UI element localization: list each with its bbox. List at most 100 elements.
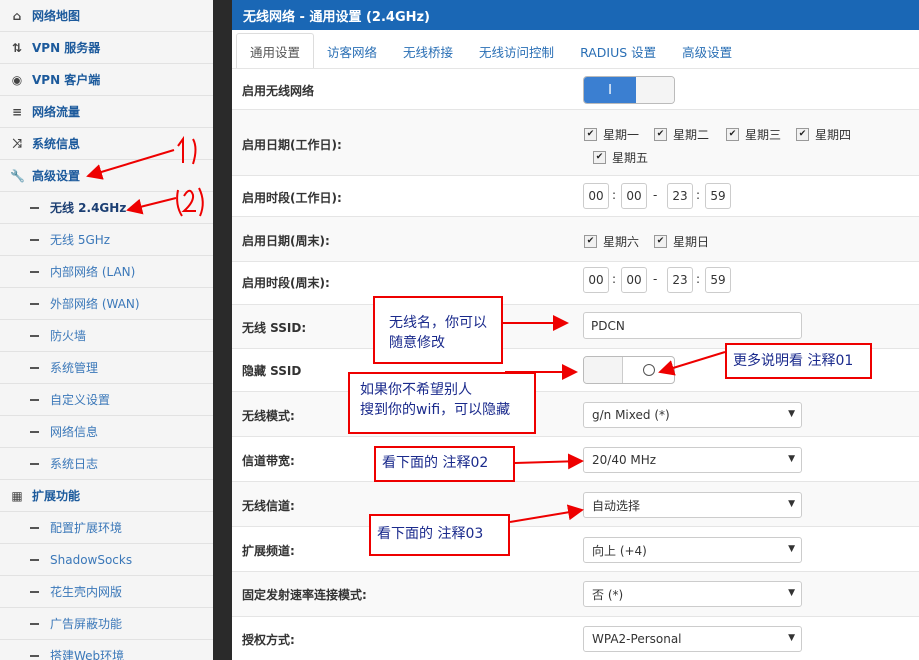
day-label: 星期二 (673, 128, 710, 142)
sidebar-item-label: 花生壳内网版 (50, 585, 123, 599)
time-input[interactable]: 59 (705, 267, 731, 293)
row-enable-wireless: 启用无线网络 I (232, 68, 919, 110)
time-separator: : (696, 272, 701, 286)
checkmark-icon: ✔ (654, 128, 667, 141)
tab-1[interactable]: 访客网络 (314, 34, 390, 68)
sidebar-item-label: 网络流量 (32, 105, 81, 119)
retweet-icon: ⇅ (11, 40, 23, 55)
weekday-time-label: 启用时段(工作日): (242, 191, 342, 205)
caret-down-icon: ▼ (788, 633, 795, 643)
sidebar-item-14[interactable]: 系统日志 (0, 448, 213, 480)
sidebar-item-5[interactable]: 🔧 高级设置 (0, 160, 213, 192)
sidebar-item-17[interactable]: ShadowSocks (0, 544, 213, 576)
weekend-days-label: 启用日期(周末): (242, 234, 330, 248)
sidebar-item-label: 内部网络 (LAN) (50, 265, 136, 279)
caret-down-icon: ▼ (788, 499, 795, 509)
sidebar-item-7[interactable]: 无线 5GHz (0, 224, 213, 256)
time-input[interactable]: 00 (621, 267, 647, 293)
sidebar-item-8[interactable]: 内部网络 (LAN) (0, 256, 213, 288)
sidebar-item-9[interactable]: 外部网络 (WAN) (0, 288, 213, 320)
row-weekend-time: 启用时段(周末): 00 00 23 59: -: (232, 261, 919, 305)
caret-down-icon: ▼ (788, 409, 795, 419)
enable-wireless-toggle[interactable]: I (583, 76, 675, 104)
day-checkbox[interactable]: ✔ 星期六 (584, 233, 639, 250)
auth-label: 授权方式: (242, 633, 295, 647)
ssid-label: 无线 SSID: (242, 321, 307, 335)
sidebar-item-3[interactable]: ≡ 网络流量 (0, 96, 213, 128)
day-checkbox[interactable]: ✔ 星期日 (654, 233, 709, 250)
sidebar-item-2[interactable]: ◉ VPN 客户端 (0, 64, 213, 96)
hdd-icon: ≡ (11, 104, 23, 119)
tab-bar: 通用设置 访客网络 无线桥接 无线访问控制 RADIUS 设置 高级设置 (232, 30, 919, 69)
channel-select[interactable]: 自动选择 ▼ (583, 492, 802, 518)
checkmark-icon: ✔ (584, 235, 597, 248)
tab-4[interactable]: RADIUS 设置 (567, 34, 669, 68)
sidebar-item-1[interactable]: ⇅ VPN 服务器 (0, 32, 213, 64)
time-separator: : (612, 272, 617, 286)
sidebar-item-label: 系统日志 (50, 457, 99, 471)
row-weekday-time: 启用时段(工作日): 00 00 23 59: -: (232, 175, 919, 217)
hide-ssid-toggle[interactable] (583, 356, 675, 384)
bandwidth-select[interactable]: 20/40 MHz ▼ (583, 447, 802, 473)
tab-0[interactable]: 通用设置 (236, 33, 315, 69)
sidebar-item-6[interactable]: 无线 2.4GHz (0, 192, 213, 224)
sidebar-item-label: 扩展功能 (32, 489, 81, 503)
annotation-hide-note: 如果你不希望别人 搜到你的wifi，可以隐藏 (348, 372, 536, 434)
channel-label: 无线信道: (242, 499, 295, 513)
ext-channel-label: 扩展频道: (242, 544, 295, 558)
caret-down-icon: ▼ (788, 454, 795, 464)
sidebar-item-label: 搭建Web环境 (50, 649, 125, 660)
checkmark-icon: ✔ (593, 151, 606, 164)
ext-channel-select[interactable]: 向上 (+4) ▼ (583, 537, 802, 563)
time-input[interactable]: 00 (583, 267, 609, 293)
sidebar-item-18[interactable]: 花生壳内网版 (0, 576, 213, 608)
toggle-off-circle-icon (642, 364, 655, 376)
checkmark-icon: ✔ (796, 128, 809, 141)
day-checkbox[interactable]: ✔ 星期五 (593, 149, 648, 166)
sidebar-item-4[interactable]: ⤨ 系统信息 (0, 128, 213, 160)
auth-select[interactable]: WPA2-Personal ▼ (583, 626, 802, 652)
time-input[interactable]: 00 (583, 183, 609, 209)
tab-5[interactable]: 高级设置 (669, 34, 745, 68)
sidebar-item-19[interactable]: 广告屏蔽功能 (0, 608, 213, 640)
fixed-rate-select[interactable]: 否 (*) ▼ (583, 581, 802, 607)
hide-ssid-label: 隐藏 SSID (242, 364, 302, 378)
sidebar-item-13[interactable]: 网络信息 (0, 416, 213, 448)
sidebar-item-label: VPN 服务器 (32, 41, 101, 55)
sidebar: ⌂ 网络地图 ⇅ VPN 服务器 ◉ VPN 客户端 ≡ 网络流量 ⤨ 系统信息 🔧 高级设置 无线 2… (0, 0, 213, 660)
day-checkbox[interactable]: ✔ 星期四 (796, 126, 851, 143)
sidebar-item-label: 外部网络 (WAN) (50, 297, 140, 311)
weekend-time-label: 启用时段(周末): (242, 276, 330, 290)
sidebar-item-label: 广告屏蔽功能 (50, 617, 123, 631)
day-checkbox[interactable]: ✔ 星期二 (654, 126, 709, 143)
day-label: 星期四 (815, 128, 852, 142)
panel-title: 无线网络 - 通用设置 (2.4GHz) (232, 0, 919, 30)
annotation-bw-note: 看下面的 注释02 (374, 446, 515, 482)
sidebar-item-label: 防火墙 (50, 329, 87, 343)
time-separator: - (653, 188, 658, 202)
sidebar-item-15[interactable]: ▦ 扩展功能 (0, 480, 213, 512)
day-checkbox[interactable]: ✔ 星期一 (584, 126, 639, 143)
annotation-more-note: 更多说明看 注释01 (725, 343, 872, 379)
mode-select[interactable]: g/n Mixed (*) ▼ (583, 402, 802, 428)
day-label: 星期五 (612, 151, 649, 165)
sidebar-item-0[interactable]: ⌂ 网络地图 (0, 0, 213, 32)
sidebar-item-12[interactable]: 自定义设置 (0, 384, 213, 416)
tab-3[interactable]: 无线访问控制 (466, 34, 567, 68)
shuffle-icon: ⤨ (12, 136, 22, 150)
sidebar-item-16[interactable]: 配置扩展环境 (0, 512, 213, 544)
sidebar-item-20[interactable]: 搭建Web环境 (0, 640, 213, 660)
time-input[interactable]: 00 (621, 183, 647, 209)
time-input[interactable]: 23 (667, 183, 693, 209)
ssid-input[interactable]: PDCN (583, 312, 802, 339)
row-channel: 无线信道: 自动选择 ▼ (232, 481, 919, 527)
tab-2[interactable]: 无线桥接 (390, 34, 466, 68)
time-input[interactable]: 59 (705, 183, 731, 209)
sidebar-item-label: 自定义设置 (50, 393, 111, 407)
sidebar-item-11[interactable]: 系统管理 (0, 352, 213, 384)
sidebar-item-10[interactable]: 防火墙 (0, 320, 213, 352)
row-fixed-rate: 固定发射速率连接模式: 否 (*) ▼ (232, 571, 919, 617)
day-checkbox[interactable]: ✔ 星期三 (726, 126, 781, 143)
time-input[interactable]: 23 (667, 267, 693, 293)
fixed-rate-label: 固定发射速率连接模式: (242, 588, 367, 602)
